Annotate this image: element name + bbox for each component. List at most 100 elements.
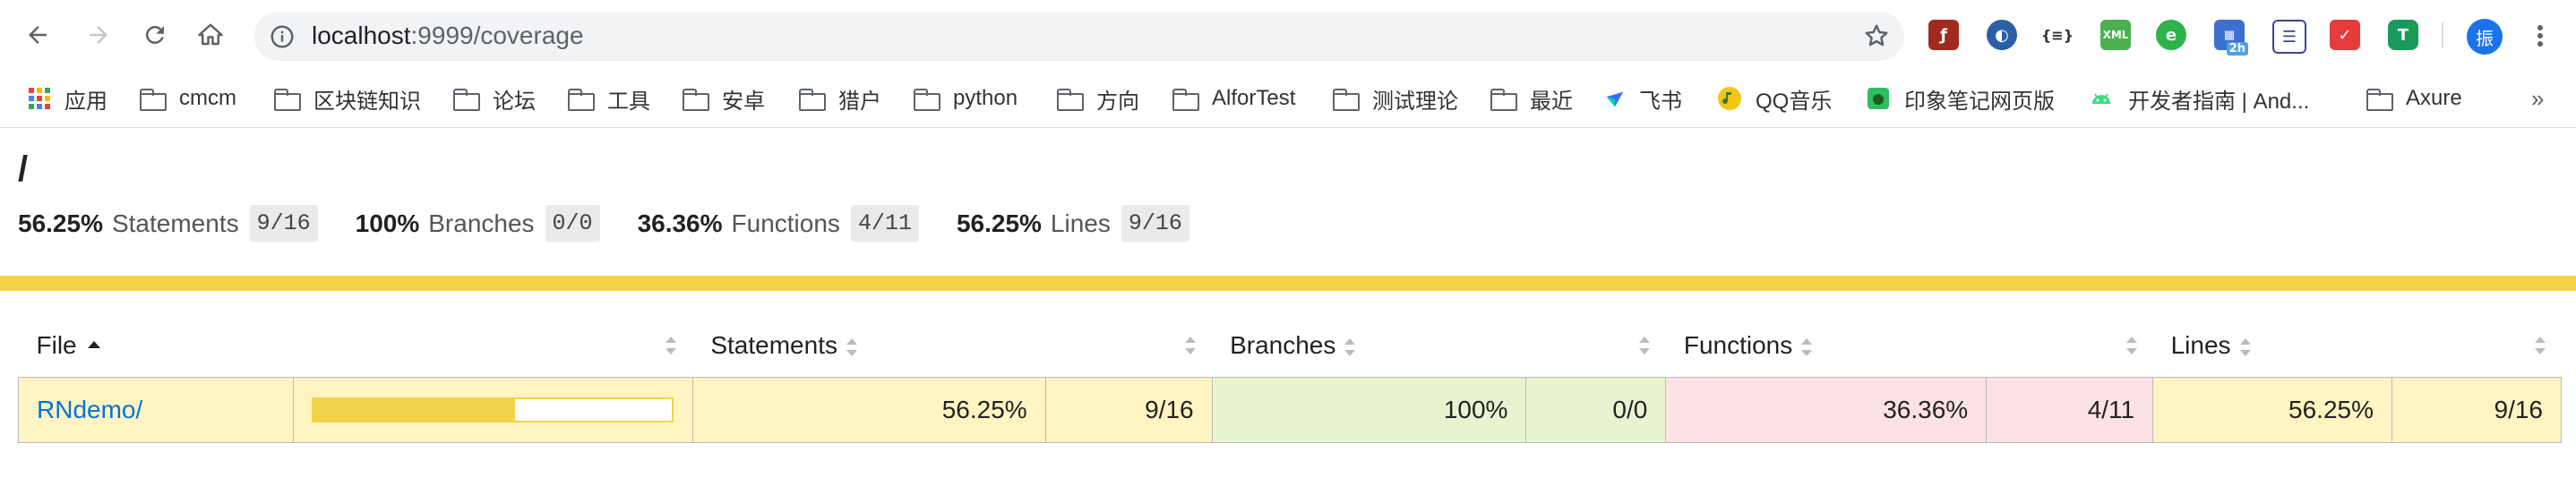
bookmark-folder-tools[interactable]: 工具 [566, 81, 650, 116]
statements-pct-cell: 56.25% [691, 377, 1046, 443]
sort-file-header[interactable]: File [19, 314, 294, 378]
back-button[interactable] [20, 17, 56, 53]
sort-icon [1801, 337, 1813, 356]
json-viewer-extension-icon[interactable]: {≡} [2041, 20, 2074, 50]
sort-functions-raw-header[interactable] [1987, 314, 2153, 378]
sort-bar-header[interactable] [293, 314, 692, 378]
sort-icon [2125, 337, 2137, 354]
sort-branches-header[interactable]: Branches [1212, 314, 1526, 378]
sort-lines-header[interactable]: Lines [2153, 314, 2392, 378]
summary-fraction: 9/16 [1121, 205, 1189, 242]
bookmark-folder-axure[interactable]: Axure [2365, 81, 2462, 116]
summary-branches: 100% Branches 0/0 [356, 205, 600, 242]
bookmark-label: 区块链知识 [313, 89, 421, 114]
summary-label: Branches [428, 209, 535, 237]
folder-icon [797, 86, 826, 111]
flash-extension-icon[interactable]: ƒ [1928, 20, 1959, 50]
folder-icon [1489, 86, 1517, 111]
summary-label: Lines [1050, 209, 1111, 237]
table-header-row: File Statements Branches Functions Lines [19, 314, 2562, 378]
bookmark-feishu[interactable]: 飞书 [1603, 81, 1682, 116]
bookmark-label: 最近 [1530, 89, 1573, 114]
bookmark-folder-forum[interactable]: 论坛 [451, 81, 536, 116]
header-label: Functions [1683, 331, 1793, 359]
summary-pct: 36.36% [637, 209, 723, 237]
folder-icon [681, 86, 709, 111]
bookmark-label: cmcm [179, 86, 236, 110]
window-extension-icon[interactable]: ☰ [2272, 20, 2306, 54]
bookmark-folder-orion[interactable]: 猎户 [797, 81, 881, 116]
bookmark-folder-alfortest[interactable]: AlforTest [1171, 81, 1295, 116]
qq-music-icon [1718, 87, 1741, 110]
bookmark-label: 印象笔记网页版 [1904, 89, 2055, 114]
toolbar-divider [2442, 21, 2443, 48]
chevron-double-right-icon: » [2531, 84, 2545, 112]
header-label: Branches [1230, 331, 1336, 359]
folder-icon [2365, 86, 2393, 111]
browser-menu-button[interactable] [2531, 18, 2549, 54]
sort-statements-header[interactable]: Statements [692, 314, 1045, 378]
bookmark-folder-python[interactable]: python [912, 81, 1018, 116]
coverage-bar-cell [292, 377, 693, 443]
browser-toolbar: localhost:9999/coverage ƒ ◐ {≡} XML e 2h… [0, 0, 2576, 70]
bookmark-label: 论坛 [493, 89, 536, 114]
bookmark-folder-cmcm[interactable]: cmcm [138, 81, 236, 116]
bookmark-label: Axure [2406, 86, 2462, 110]
tasks-extension-icon[interactable]: ✓ [2330, 20, 2360, 50]
address-bar[interactable]: localhost:9999/coverage [254, 12, 1904, 61]
bookmark-android-dev-guide[interactable]: 开发者指南 | And... [2087, 81, 2309, 116]
timer-extension-icon[interactable]: 2h ▦ [2214, 20, 2248, 55]
bookmark-star-icon[interactable] [1863, 22, 1890, 49]
evernote-extension-icon[interactable]: e [2156, 20, 2186, 50]
feishu-icon [1606, 91, 1624, 107]
folder-icon [912, 86, 940, 111]
bookmark-label: 猎户 [838, 89, 881, 114]
coverage-status-bar [0, 276, 2576, 291]
bookmark-folder-test-theory[interactable]: 测试理论 [1331, 81, 1458, 116]
profile-avatar[interactable]: 振 [2467, 19, 2503, 55]
branches-frac-cell: 0/0 [1525, 377, 1667, 443]
bookmark-folder-blockchain[interactable]: 区块链知识 [272, 81, 421, 116]
summary-fraction: 4/11 [850, 205, 919, 242]
functions-pct-cell: 36.36% [1665, 377, 1988, 443]
android-icon [2092, 93, 2110, 104]
xml-extension-icon[interactable]: XML [2100, 20, 2131, 50]
summary-fraction: 9/16 [249, 205, 318, 242]
bookmarks-bar: 应用 cmcm 区块链知识 论坛 工具 安卓 猎户 python 方向 Alfo… [0, 70, 2576, 128]
sort-icon [1344, 337, 1356, 356]
bookmark-qq-music[interactable]: QQ音乐 [1716, 81, 1832, 116]
bookmark-label: QQ音乐 [1756, 89, 1833, 114]
folder-icon [272, 86, 301, 111]
summary-pct: 56.25% [18, 209, 103, 237]
forward-arrow-icon [90, 26, 107, 44]
statements-frac-cell: 9/16 [1044, 377, 1213, 443]
octotree-extension-icon[interactable]: ◐ [1987, 20, 2017, 50]
bookmark-evernote-web[interactable]: 印象笔记网页版 [1865, 81, 2055, 116]
coverage-bar [311, 397, 674, 423]
sort-icon [2534, 337, 2546, 354]
sort-statements-raw-header[interactable] [1045, 314, 1212, 378]
sort-functions-header[interactable]: Functions [1666, 314, 1987, 378]
url-path: :9999/coverage [410, 21, 584, 49]
home-button[interactable] [193, 17, 228, 53]
folder-icon [1331, 86, 1360, 111]
bookmark-label: 方向 [1096, 89, 1139, 114]
bookmark-apps[interactable]: 应用 [27, 81, 107, 116]
bookmark-folder-direction[interactable]: 方向 [1055, 81, 1139, 116]
reload-button[interactable] [137, 17, 173, 53]
bookmark-label: 工具 [607, 89, 650, 114]
sort-ascending-icon [87, 340, 100, 348]
bookmarks-overflow-button[interactable]: » [2531, 81, 2544, 116]
bookmark-folder-android[interactable]: 安卓 [681, 81, 765, 116]
forward-button[interactable] [81, 17, 116, 53]
bookmark-folder-recent[interactable]: 最近 [1489, 81, 1573, 116]
folder-icon [566, 86, 595, 111]
sort-branches-raw-header[interactable] [1526, 314, 1666, 378]
bookmark-label: 飞书 [1639, 89, 1682, 114]
header-label: Lines [2170, 331, 2231, 359]
info-icon[interactable] [269, 23, 296, 50]
coverage-summary: 56.25% Statements 9/16 100% Branches 0/0… [18, 205, 1227, 242]
file-link[interactable]: RNdemo/ [37, 396, 142, 423]
sort-lines-raw-header[interactable] [2391, 314, 2561, 378]
shield-extension-icon[interactable]: T [2388, 20, 2418, 50]
